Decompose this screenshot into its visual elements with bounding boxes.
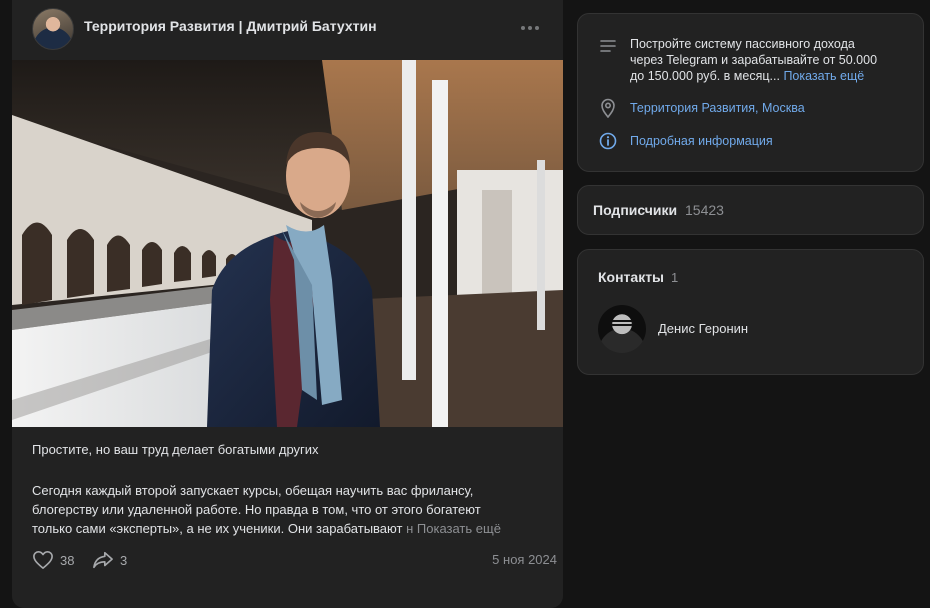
details-link[interactable]: Подробная информация (630, 133, 773, 149)
share-arrow-icon (93, 551, 113, 569)
about-line: до 150.000 руб. в месяц... (630, 69, 780, 83)
subscribers-card[interactable]: Подписчики 15423 (577, 185, 924, 235)
show-more-link[interactable]: Показать ещё (417, 521, 501, 536)
post-text-line: Сегодня каждый второй запускает курсы, о… (32, 483, 474, 498)
post-text: Сегодня каждый второй запускает курсы, о… (32, 481, 552, 538)
heart-icon (33, 551, 53, 569)
post-text-fade: н (402, 521, 414, 536)
contacts-card: Контакты 1 Денис Геронин (577, 249, 924, 375)
post-date[interactable]: 5 ноя 2024 (492, 552, 557, 567)
about-show-more-link[interactable]: Показать ещё (783, 69, 864, 83)
about-line-last: до 150.000 руб. в месяц... Показать ещё (630, 68, 877, 84)
more-options-icon[interactable] (516, 14, 544, 42)
contact-name[interactable]: Денис Геронин (658, 321, 748, 336)
contact-avatar[interactable] (598, 305, 646, 353)
wall-post: Территория Развития | Дмитрий Батухтин П… (12, 0, 563, 608)
post-footer: 38 3 5 ноя 2024 (32, 548, 557, 572)
like-button[interactable]: 38 (32, 548, 74, 572)
post-text-line-last: только сами «эксперты», а не их ученики.… (32, 521, 403, 536)
location-row (598, 98, 618, 118)
post-header: Территория Развития | Дмитрий Батухтин (12, 0, 563, 56)
location-link[interactable]: Территория Развития, Москва (630, 100, 805, 116)
text-lines-icon (598, 36, 618, 56)
like-count: 38 (60, 552, 75, 568)
contacts-count: 1 (671, 270, 679, 285)
share-count: 3 (120, 552, 128, 568)
about-text: Постройте систему пассивного дохода чере… (630, 36, 877, 84)
contacts-label[interactable]: Контакты (598, 269, 664, 285)
author-name[interactable]: Территория Развития | Дмитрий Батухтин (84, 18, 377, 34)
about-row (598, 36, 618, 56)
share-button[interactable]: 3 (92, 548, 127, 572)
post-text-line: блогерству или удаленной работе. Но прав… (32, 502, 481, 517)
author-avatar[interactable] (32, 8, 74, 50)
details-row (598, 131, 618, 151)
about-line: Постройте систему пассивного дохода (630, 37, 855, 51)
subscribers-count: 15423 (685, 202, 724, 218)
about-line: через Telegram и зарабатывайте от 50.000 (630, 53, 878, 67)
location-pin-icon (598, 98, 618, 118)
info-circle-icon (598, 131, 618, 151)
subscribers-label: Подписчики (593, 202, 678, 218)
post-photo[interactable] (12, 60, 563, 427)
community-info-card: Постройте систему пассивного дохода чере… (577, 13, 924, 172)
post-title: Простите, но ваш труд делает богатыми др… (32, 442, 319, 457)
post-text-line: только сами «эксперты», а не их ученики.… (32, 519, 552, 538)
